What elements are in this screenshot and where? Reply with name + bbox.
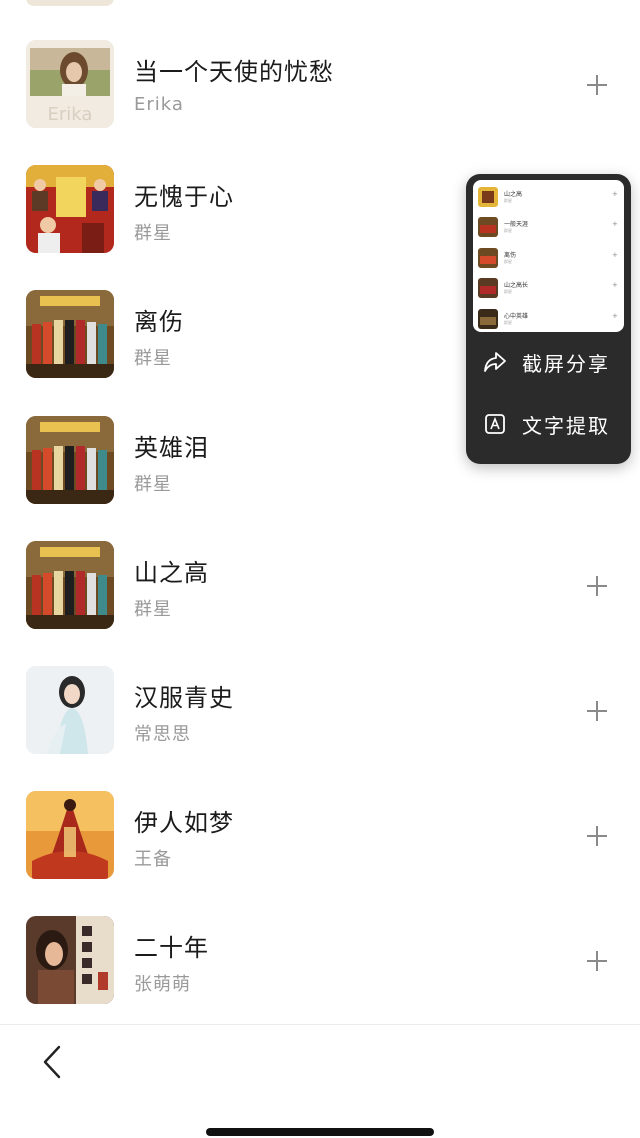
- album-cover: [26, 165, 114, 254]
- thumbnail-artist: 群星: [504, 198, 512, 203]
- song-artist: 群星: [134, 598, 172, 620]
- song-row[interactable]: 汉服青史 常思思: [0, 648, 640, 773]
- thumbnail-artist: 群星: [504, 319, 512, 325]
- album-cover: [26, 665, 114, 754]
- song-artist: 张萌萌: [134, 974, 191, 996]
- screenshot-popup: 山之高 群星 + 一般天涯 群星 + 离伤 群星 + 山之高长 群星 + 心中英…: [466, 174, 631, 464]
- thumbnail-title: 离伤: [504, 251, 517, 259]
- song-row[interactable]: 伊人如梦 王备: [0, 773, 640, 898]
- bottom-navigation-bar: [0, 1024, 640, 1138]
- thumbnail-cover: [478, 247, 498, 268]
- thumbnail-cover: [478, 217, 498, 238]
- thumbnail-cover: [478, 187, 498, 207]
- song-artist: 群星: [134, 473, 172, 495]
- song-artist: 常思思: [134, 723, 191, 745]
- song-title: 汉服青史: [134, 683, 234, 712]
- thumbnail-cover: [478, 308, 498, 329]
- song-title: 二十年: [134, 934, 209, 963]
- thumbnail-title: 山之高: [504, 191, 523, 198]
- song-artist: 王备: [134, 849, 172, 871]
- plus-icon: +: [612, 311, 618, 320]
- add-to-playlist-button[interactable]: [580, 944, 614, 978]
- add-to-playlist-button[interactable]: [580, 569, 614, 603]
- thumbnail-artist: 群星: [504, 289, 512, 295]
- plus-icon: [587, 826, 607, 847]
- thumbnail-artist: 群星: [504, 228, 512, 234]
- song-row[interactable]: Erika 当一个天使的忧愁 Erika: [0, 22, 640, 147]
- screenshot-share-button[interactable]: 截屏分享: [480, 340, 626, 384]
- album-cover: [26, 916, 114, 1005]
- plus-icon: [587, 951, 607, 972]
- plus-icon: +: [612, 190, 618, 198]
- share-arrow-icon: [480, 347, 510, 377]
- song-title: 当一个天使的忧愁: [134, 58, 334, 86]
- album-cover: Erika: [26, 40, 114, 128]
- screenshot-share-label: 截屏分享: [522, 351, 610, 376]
- album-cover: [26, 415, 114, 504]
- plus-icon: [587, 75, 607, 95]
- previous-cover-edge: [26, 0, 114, 6]
- text-extract-label: 文字提取: [522, 413, 610, 438]
- add-to-playlist-button[interactable]: [580, 694, 614, 728]
- plus-icon: +: [612, 281, 618, 290]
- thumbnail-title: 心中英雄: [504, 312, 529, 320]
- song-title: 山之高: [134, 558, 209, 587]
- song-row[interactable]: 山之高 群星: [0, 523, 640, 648]
- album-cover: [26, 791, 114, 880]
- screenshot-thumbnail[interactable]: 山之高 群星 + 一般天涯 群星 + 离伤 群星 + 山之高长 群星 + 心中英…: [473, 180, 624, 332]
- home-indicator[interactable]: [206, 1128, 434, 1136]
- thumbnail-cover: [478, 278, 498, 299]
- add-to-playlist-button[interactable]: [580, 819, 614, 853]
- thumbnail-row: 山之高长 群星 +: [473, 271, 624, 301]
- song-list: Erika 当一个天使的忧愁 Erika 无愧于心 群星 离伤 群星 英雄泪 群…: [0, 22, 640, 1024]
- text-extract-button[interactable]: 文字提取: [480, 402, 626, 446]
- song-title: 英雄泪: [134, 433, 209, 462]
- plus-icon: [587, 575, 607, 596]
- back-button[interactable]: [34, 1043, 70, 1081]
- thumbnail-row: 心中英雄 群星 +: [473, 302, 624, 332]
- text-extract-icon: [480, 409, 510, 439]
- song-title: 离伤: [134, 308, 184, 337]
- plus-icon: +: [612, 220, 618, 229]
- song-row[interactable]: 二十年 张萌萌: [0, 898, 640, 1023]
- chevron-left-icon: [43, 1045, 61, 1079]
- thumbnail-title: 山之高长: [504, 282, 529, 290]
- song-title: 伊人如梦: [134, 809, 234, 838]
- song-artist: 群星: [134, 348, 172, 370]
- cover-text: Erika: [48, 104, 93, 125]
- thumbnail-row: 离伤 群星 +: [473, 241, 624, 271]
- plus-icon: +: [612, 250, 618, 259]
- thumbnail-artist: 群星: [504, 258, 512, 264]
- plus-icon: [587, 700, 607, 721]
- song-artist: 群星: [134, 223, 172, 245]
- song-artist: Erika: [134, 94, 184, 115]
- song-title: 无愧于心: [134, 183, 234, 212]
- thumbnail-row: 一般天涯 群星 +: [473, 210, 624, 240]
- song-list-screen: Erika 当一个天使的忧愁 Erika 无愧于心 群星 离伤 群星 英雄泪 群…: [0, 0, 640, 1138]
- thumbnail-row: 山之高 群星 +: [473, 180, 624, 210]
- album-cover: [26, 290, 114, 379]
- add-to-playlist-button[interactable]: [580, 68, 614, 102]
- album-cover: [26, 540, 114, 629]
